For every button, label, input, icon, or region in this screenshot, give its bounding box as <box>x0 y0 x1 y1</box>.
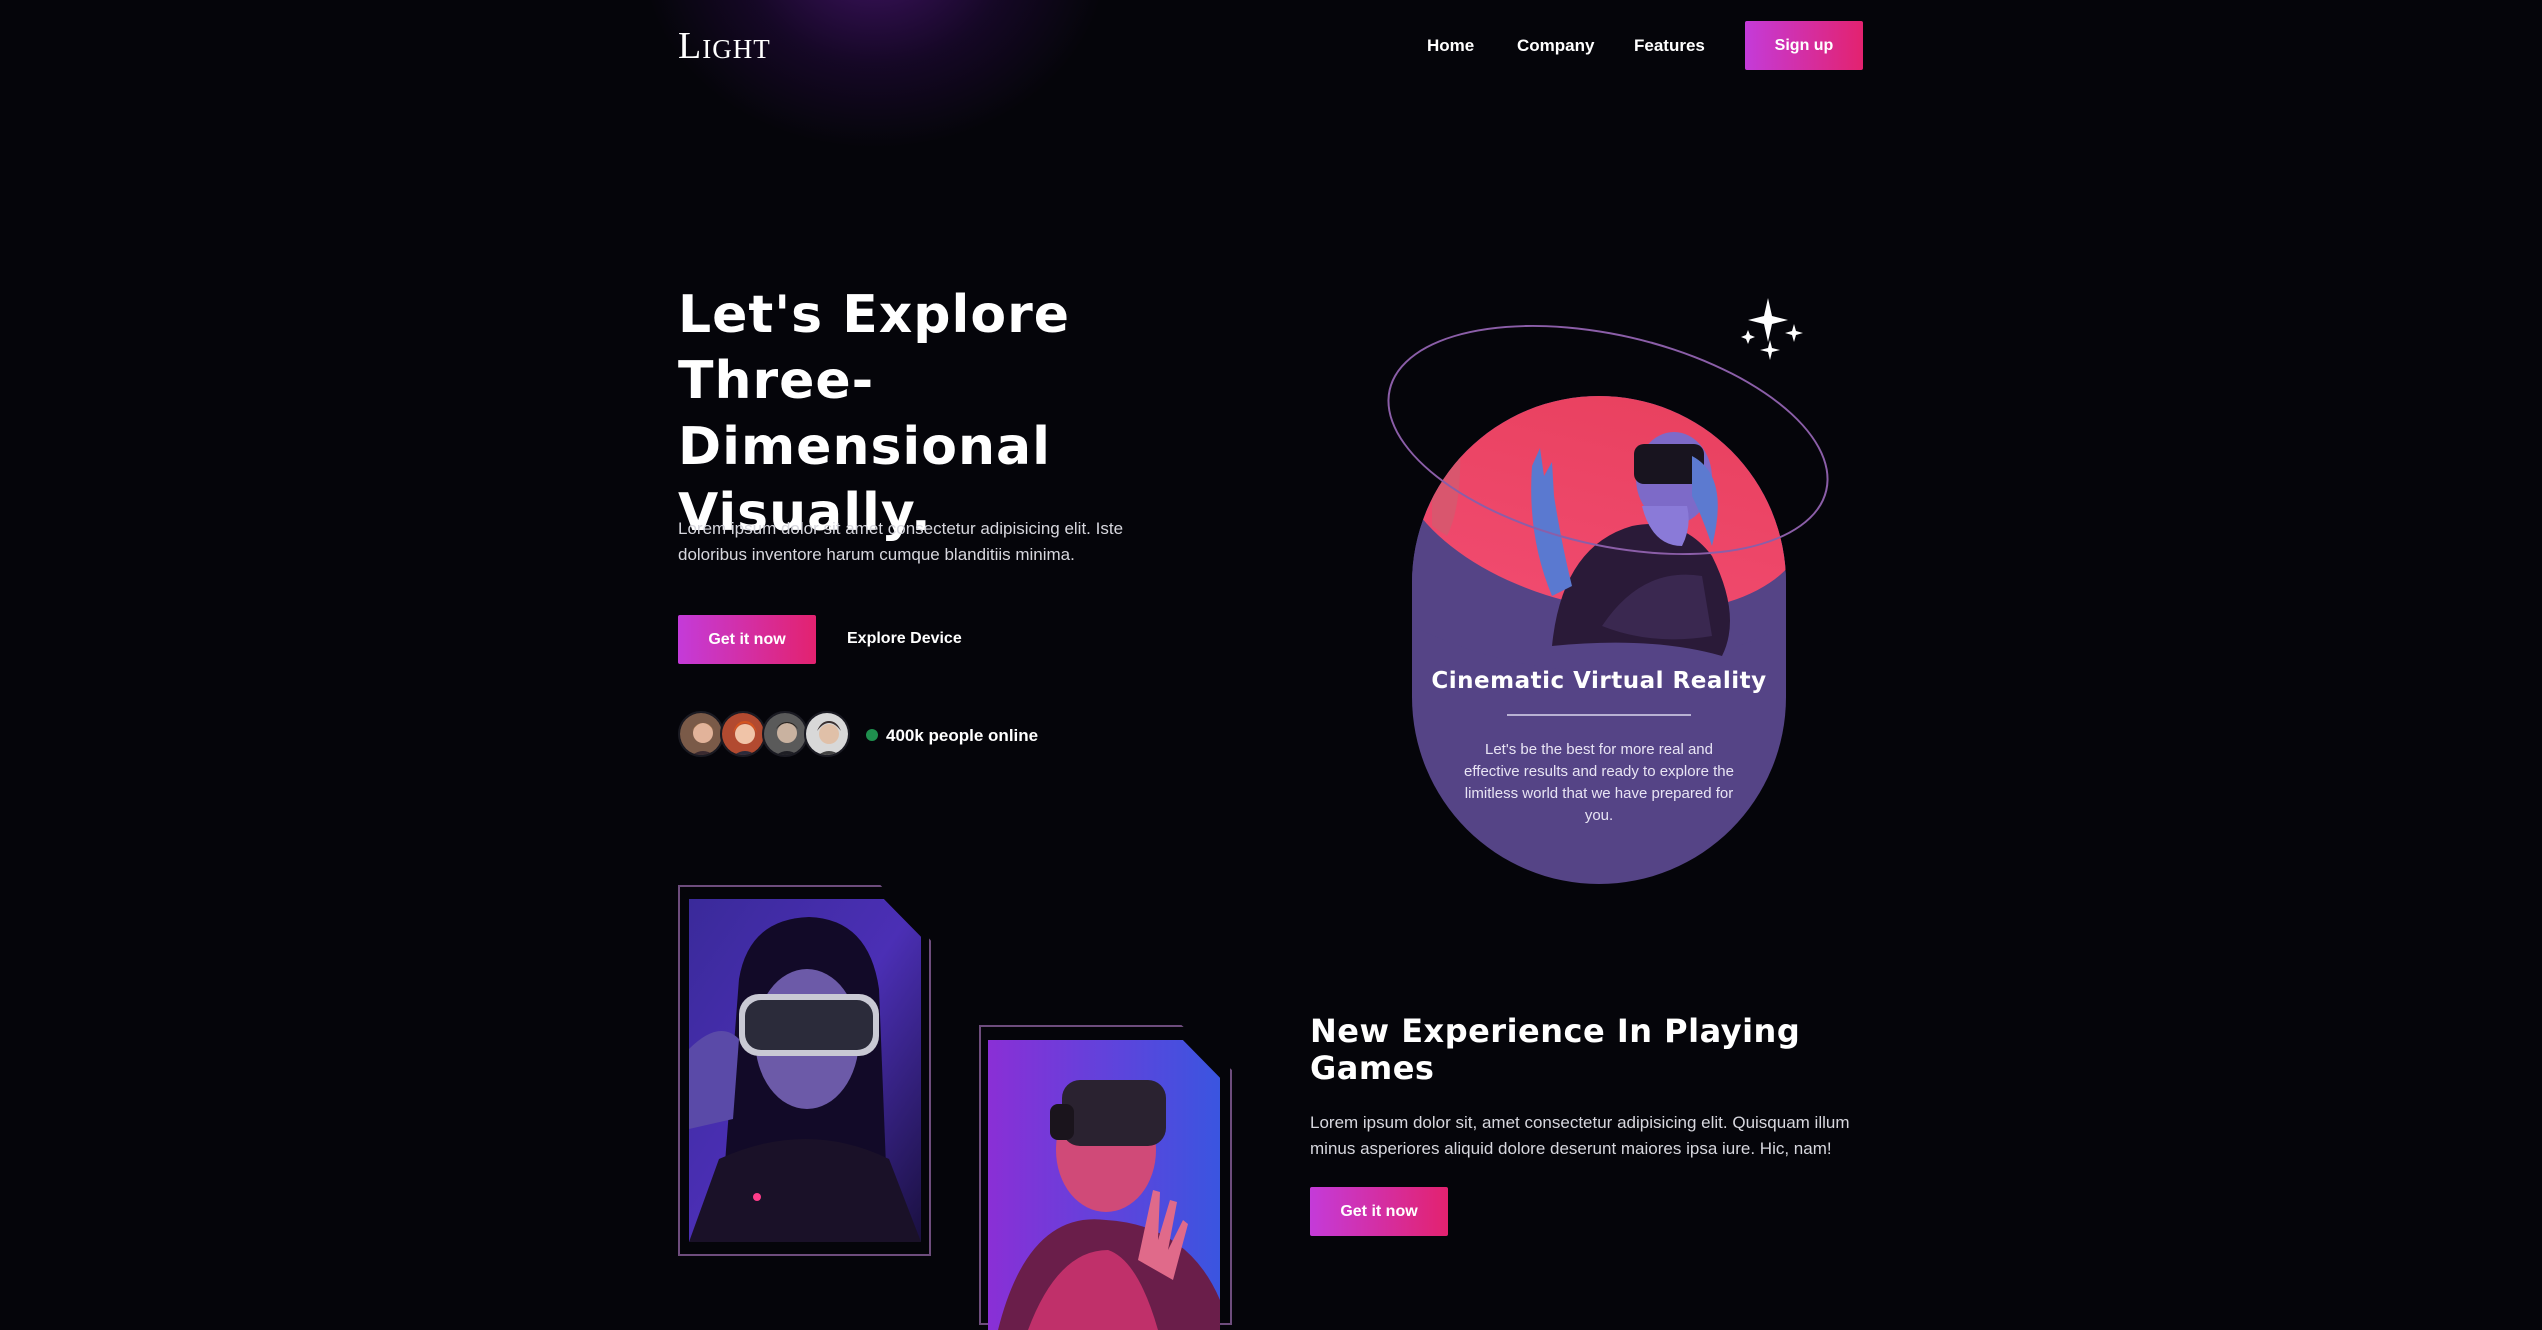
hero-title-line-1: Let's Explore <box>678 285 1070 345</box>
nav-link-features[interactable]: Features <box>1634 34 1705 58</box>
avatar <box>678 711 724 757</box>
hero-title-line-2: Three-Dimensional <box>678 351 1051 477</box>
get-it-now-button[interactable]: Get it now <box>678 615 816 664</box>
logo[interactable]: Light <box>678 22 771 70</box>
vr-card-description: Let's be the best for more real and effe… <box>1464 741 1734 824</box>
online-status-dot <box>866 729 878 741</box>
online-count: 400k people online <box>886 726 1039 745</box>
hero-title: Let's Explore Three-Dimensional Visually… <box>678 282 1238 546</box>
sparkle-icon <box>1741 298 1803 360</box>
section-description: Lorem ipsum dolor sit, amet consectetur … <box>1310 1113 1850 1158</box>
avatar-group <box>678 711 858 759</box>
section-get-it-now-button[interactable]: Get it now <box>1310 1187 1448 1236</box>
hero-description: Lorem ipsum dolor sit amet consectetur a… <box>678 519 1124 564</box>
vr-card-title: Cinematic Virtual Reality <box>1431 668 1767 694</box>
signup-button[interactable]: Sign up <box>1745 21 1863 70</box>
nav-link-home[interactable]: Home <box>1427 34 1474 58</box>
vr-glasses-woman-image <box>689 899 921 1242</box>
avatar <box>762 711 808 757</box>
avatar <box>804 711 850 757</box>
divider <box>1507 714 1691 716</box>
avatar <box>720 711 766 757</box>
explore-device-link[interactable]: Explore Device <box>847 627 962 651</box>
section-title: New Experience In Playing Games <box>1310 1012 1801 1087</box>
vr-headset-man-image <box>988 1040 1220 1330</box>
nav-link-company[interactable]: Company <box>1517 34 1594 58</box>
